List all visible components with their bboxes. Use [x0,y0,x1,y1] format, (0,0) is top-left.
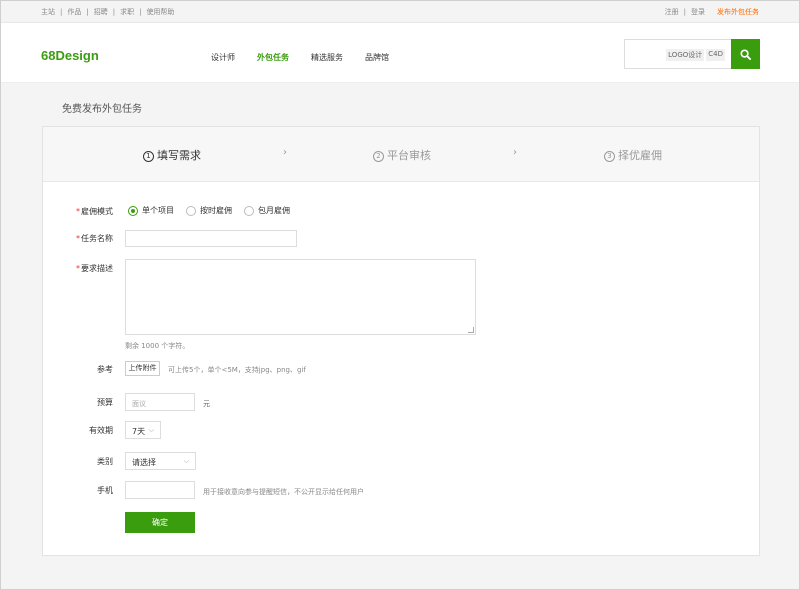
step-platform-review: 2 平台审核 [373,147,431,163]
step-number: 3 [604,151,615,162]
chevron-down-icon: ⌵ [148,426,154,434]
publish-task-link[interactable]: 发布外包任务 [717,7,759,17]
top-links: 主站 | 作品 | 招聘 | 求职 | 使用帮助 [41,7,174,17]
hire-mode-label: *雇佣模式 [76,207,113,216]
step-label: 平台审核 [387,149,431,162]
main-header: 68Design 设计师 外包任务 精选服务 品牌馆 LOGO设计 C4D [1,23,799,83]
chevron-right-icon: › [283,147,287,158]
account-links: 注册 | 登录 发布外包任务 [665,7,759,17]
step-number: 2 [373,151,384,162]
search-tag[interactable]: C4D [706,49,725,61]
radio-dot [186,205,196,216]
description-label: *要求描述 [76,264,113,273]
nav-designers[interactable]: 设计师 [211,52,235,63]
page-title: 免费发布外包任务 [62,104,142,115]
divider: | [86,8,89,16]
category-select[interactable]: 请选择 ⌵ [125,452,196,470]
upload-hint: 可上传5个，单个<5M，支持jpg、png、gif [168,366,306,374]
submit-button[interactable]: 确定 [125,512,195,533]
budget-unit: 元 [203,400,210,408]
top-utility-bar: 主站 | 作品 | 招聘 | 求职 | 使用帮助 注册 | 登录 发布外包任务 [1,1,799,23]
resize-handle-icon[interactable] [468,327,474,333]
nav-featured-services[interactable]: 精选服务 [311,52,343,63]
top-link-works[interactable]: 作品 [67,7,81,17]
description-textarea[interactable] [125,259,476,335]
top-link-help[interactable]: 使用帮助 [146,7,174,17]
search-tag[interactable]: LOGO设计 [666,49,705,61]
chevron-down-icon: ⌵ [183,457,189,465]
task-name-input[interactable] [125,230,297,247]
main-nav: 设计师 外包任务 精选服务 品牌馆 [211,52,411,63]
char-count: 剩余 1000 个字符。 [125,342,190,350]
top-link-seek[interactable]: 求职 [120,7,134,17]
login-link[interactable]: 登录 [691,7,705,17]
divider: | [139,8,142,16]
category-label: 类别 [97,457,113,466]
chevron-right-icon: › [513,147,517,158]
step-select-hire: 3 择优雇佣 [604,147,662,163]
step-fill-requirements: 1 填写需求 [143,147,201,163]
divider: | [683,8,686,16]
budget-input[interactable]: 面议 [125,393,195,411]
radio-monthly[interactable]: 包月雇佣 [244,205,290,216]
site-logo[interactable]: 68Design [41,48,99,63]
step-label: 择优雇佣 [618,149,662,162]
hire-mode-radio-group: 单个项目 按时雇佣 包月雇佣 [128,205,302,216]
search-icon [740,48,751,60]
divider: | [112,8,116,16]
register-link[interactable]: 注册 [665,7,679,17]
phone-input[interactable] [125,481,195,499]
radio-dot [244,205,254,216]
category-value: 请选择 [132,458,156,467]
top-link-jobs[interactable]: 招聘 [94,7,108,17]
task-form-card: 1 填写需求 › 2 平台审核 › 3 择优雇佣 *雇佣模式 单个项目 按时雇佣 包月… [42,126,760,556]
search-hot-tags: LOGO设计 C4D [664,49,725,61]
budget-label: 预算 [97,398,113,407]
search-box: LOGO设计 C4D [624,39,760,69]
reference-label: 参考 [97,365,113,374]
phone-hint: 用于接收意向参与提醒短信，不公开显示给任何用户 [203,488,364,496]
radio-single-project[interactable]: 单个项目 [128,205,174,216]
search-input[interactable]: LOGO设计 C4D [624,39,732,69]
step-progress: 1 填写需求 › 2 平台审核 › 3 择优雇佣 [43,127,759,182]
step-label: 填写需求 [157,149,201,162]
search-button[interactable] [731,39,760,69]
radio-hourly[interactable]: 按时雇佣 [186,205,232,216]
nav-brand-hall[interactable]: 品牌馆 [365,52,389,63]
validity-value: 7天 [132,427,146,436]
radio-dot [128,205,138,216]
divider: | [60,8,63,16]
validity-select[interactable]: 7天 ⌵ [125,421,161,439]
upload-attachment-button[interactable]: 上传附件 [125,361,160,376]
phone-label: 手机 [97,486,113,495]
step-number: 1 [143,151,154,162]
validity-label: 有效期 [89,426,113,435]
task-name-label: *任务名称 [76,234,113,243]
budget-placeholder: 面议 [132,400,146,408]
top-link-main[interactable]: 主站 [41,7,55,17]
nav-outsource-tasks[interactable]: 外包任务 [257,52,289,63]
